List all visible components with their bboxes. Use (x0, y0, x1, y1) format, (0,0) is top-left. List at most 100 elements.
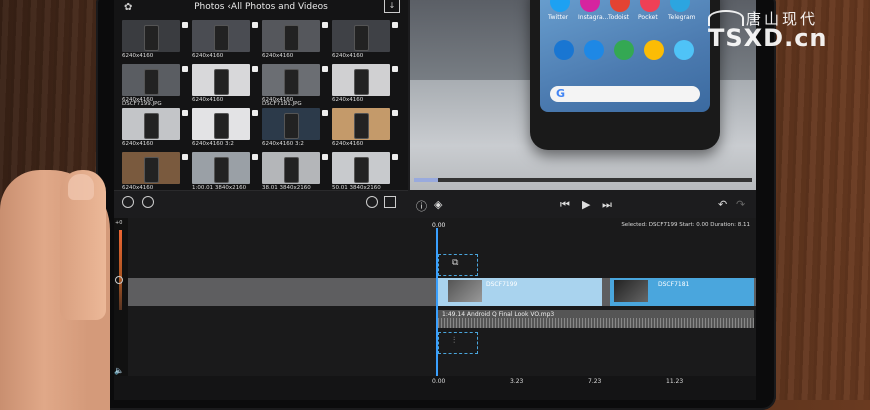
thumbnail-caption: 6240x4160 3:2 (262, 141, 304, 147)
skip-back-icon[interactable]: ⏮ (560, 198, 570, 212)
select-checkbox[interactable] (322, 154, 328, 160)
tablet-device: ✿ Photos ‹All Photos and Videos ↓ 6240x4… (96, 0, 776, 410)
dock-app-icon (614, 40, 634, 60)
audio-meter: +0 🔈 (114, 218, 128, 378)
clip-thumbnail (448, 280, 482, 302)
grid-view-icon[interactable] (384, 196, 396, 208)
waveform-icon: ⫶ (453, 336, 456, 346)
dock-app-icon (674, 40, 694, 60)
select-checkbox[interactable] (182, 154, 188, 160)
select-checkbox[interactable] (322, 110, 328, 116)
select-checkbox[interactable] (322, 66, 328, 72)
photo-thumbnail[interactable] (192, 20, 250, 52)
select-check-icon[interactable] (122, 196, 134, 208)
tablet-screen: ✿ Photos ‹All Photos and Videos ↓ 6240x4… (114, 0, 756, 400)
app-icon (640, 0, 660, 12)
thumbnail-caption: 6240x4160 (332, 53, 364, 59)
browser-toolbar (114, 190, 408, 219)
ruler-tick-label: 7.23 (588, 378, 602, 385)
select-checkbox[interactable] (252, 66, 258, 72)
app-icon (610, 0, 630, 12)
photo-thumbnail[interactable] (262, 20, 320, 52)
select-checkbox[interactable] (392, 66, 398, 72)
audio-clip[interactable]: 1:49.14 Android Q Final Look VO.mp3 (438, 310, 754, 328)
search-icon[interactable] (366, 196, 378, 208)
ruler-tick-label: 11.23 (666, 378, 684, 385)
clip-thumbnail (614, 280, 648, 302)
meter-top-label: +0 (115, 220, 123, 226)
video-clip-1[interactable]: DSCF7199 (438, 278, 602, 306)
thumbnail-caption: 6240x4160 (122, 141, 154, 147)
select-checkbox[interactable] (252, 110, 258, 116)
preview-controls: ⓘ ◈ ⏮ ▶ ⏭ ↶ ↷ (410, 192, 756, 218)
select-checkbox[interactable] (392, 110, 398, 116)
media-browser-title[interactable]: Photos ‹All Photos and Videos (114, 2, 408, 12)
phone-screen: G Twitter Instagra... Todoist Pocket Telegra… (540, 0, 710, 112)
photo-thumbnail[interactable] (332, 108, 390, 140)
record-icon[interactable] (142, 196, 154, 208)
select-checkbox[interactable] (182, 66, 188, 72)
photo-thumbnail[interactable] (262, 152, 320, 184)
thumbnail-caption: 6240x4160 (192, 53, 224, 59)
photo-thumbnail[interactable] (122, 64, 180, 96)
select-checkbox[interactable] (322, 22, 328, 28)
thumbnail-caption: 6240x4160 (332, 141, 364, 147)
audio-clip-label: 1:49.14 Android Q Final Look VO.mp3 (442, 311, 555, 318)
app-icon (550, 0, 570, 12)
keyframe-icon[interactable]: ◈ (434, 198, 442, 211)
photo-thumbnail[interactable] (332, 20, 390, 52)
select-checkbox[interactable] (392, 154, 398, 160)
dock-app-icon (584, 40, 604, 60)
select-checkbox[interactable] (252, 22, 258, 28)
app-label: Instagra... (578, 14, 609, 21)
layer-icon: ⧉ (452, 258, 459, 268)
app-icon (580, 0, 600, 12)
select-checkbox[interactable] (252, 154, 258, 160)
media-browser: ✿ Photos ‹All Photos and Videos ↓ 6240x4… (114, 0, 408, 219)
video-clip-2[interactable]: DSCF7181 (610, 278, 754, 306)
volume-icon[interactable]: 🔈 (114, 366, 124, 375)
play-icon[interactable]: ▶ (582, 198, 590, 211)
undo-icon[interactable]: ↶ (718, 198, 727, 211)
skip-forward-icon[interactable]: ⏭ (602, 198, 612, 212)
select-checkbox[interactable] (182, 110, 188, 116)
ruler-tick-label: 3.23 (510, 378, 524, 385)
app-label: Todoist (608, 14, 629, 21)
timeline: +0 🔈 0.00 Selected: DSCF7199 Start: 0.00… (114, 218, 756, 400)
photo-thumbnail[interactable] (332, 64, 390, 96)
app-icon (670, 0, 690, 12)
info-icon[interactable]: ⓘ (416, 198, 427, 214)
playhead-time: 0.00 (432, 222, 446, 229)
photo-thumbnail[interactable] (122, 20, 180, 52)
select-checkbox[interactable] (392, 22, 398, 28)
photo-thumbnail[interactable] (192, 64, 250, 96)
photo-thumbnail[interactable] (192, 152, 250, 184)
playhead[interactable] (436, 228, 438, 388)
ruler-tick-label: 0.00 (432, 378, 446, 385)
app-label: Twitter (548, 14, 569, 21)
photo-thumbnail[interactable] (122, 152, 180, 184)
selection-info: Selected: DSCF7199 Start: 0.00 Duration:… (621, 222, 750, 228)
video-preview: G Twitter Instagra... Todoist Pocket Telegra… (410, 0, 756, 190)
google-search-bar: G (550, 86, 700, 102)
photo-thumbnail[interactable] (262, 64, 320, 96)
thumbnail-caption: 6240x4160 (122, 53, 154, 59)
import-icon[interactable]: ↓ (384, 0, 400, 13)
audio-slot[interactable]: ⫶ (438, 332, 478, 354)
select-checkbox[interactable] (182, 22, 188, 28)
photo-thumbnail[interactable] (262, 108, 320, 140)
thumbnail-filename: DSCF7199.JPG (122, 101, 162, 107)
preview-scrubber[interactable] (414, 178, 752, 182)
redo-icon[interactable]: ↷ (736, 198, 745, 211)
time-ruler: 0.00 3.23 7.23 11.23 (114, 376, 756, 400)
watermark-english: TSXD.cn (708, 24, 828, 52)
thumbnail-filename: DSCF7181.JPG (262, 101, 302, 107)
thumb-nail (68, 174, 94, 200)
photo-thumbnail[interactable] (192, 108, 250, 140)
overlay-slot[interactable]: ⧉ (438, 254, 478, 276)
dock-app-icon (644, 40, 664, 60)
meter-knob[interactable] (115, 276, 123, 284)
app-label: Telegram (668, 14, 696, 21)
photo-thumbnail[interactable] (332, 152, 390, 184)
photo-thumbnail[interactable] (122, 108, 180, 140)
